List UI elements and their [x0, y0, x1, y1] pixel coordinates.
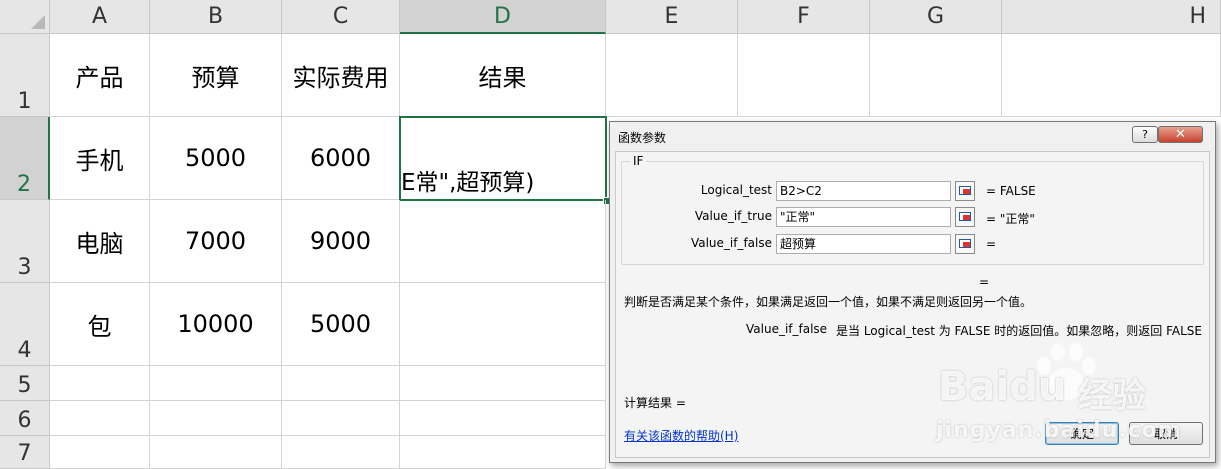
cell-c6[interactable]: [282, 401, 400, 436]
value-if-false-input[interactable]: 超预算: [776, 234, 951, 254]
param-help-text: 是当 Logical_test 为 FALSE 时的返回值。如果忽略，则返回 F…: [836, 324, 1202, 338]
cell-d2-active[interactable]: E常",超预算): [399, 116, 607, 201]
calc-result-label: 计算结果 =: [624, 396, 686, 410]
ok-button[interactable]: 确定: [1045, 422, 1119, 445]
value-if-true-label: Value_if_true: [694, 209, 772, 223]
logical-test-input[interactable]: B2>C2: [776, 181, 951, 201]
select-all-corner[interactable]: [0, 0, 50, 34]
help-icon: ?: [1142, 128, 1148, 141]
column-header-e[interactable]: E: [606, 0, 738, 34]
dialog-title: 函数参数: [618, 131, 667, 145]
function-help-link[interactable]: 有关该函数的帮助(H): [624, 427, 738, 444]
range-select-arrow-icon: [963, 242, 970, 247]
help-button[interactable]: ?: [1132, 126, 1158, 143]
function-name-label: IF: [630, 154, 647, 168]
row-header-2[interactable]: 2: [0, 117, 50, 200]
cell-d3[interactable]: [400, 200, 606, 283]
cell-a4[interactable]: 包: [50, 283, 150, 366]
value-if-false-collapse-button[interactable]: [955, 234, 975, 254]
function-arguments-dialog[interactable]: 函数参数 ? ✕ IF Logical_test B2>C2 = FALSE V…: [609, 121, 1216, 463]
value-if-false-result: =: [986, 237, 997, 251]
logical-test-label: Logical_test: [700, 183, 772, 197]
cell-h1[interactable]: [1002, 34, 1221, 117]
column-header-c[interactable]: C: [282, 0, 400, 34]
dialog-titlebar[interactable]: 函数参数 ? ✕: [610, 122, 1215, 150]
cell-c2[interactable]: 6000: [282, 117, 400, 200]
cell-d7[interactable]: [400, 436, 606, 469]
cell-c7[interactable]: [282, 436, 400, 469]
row-header-4[interactable]: 4: [0, 283, 50, 366]
cell-b5[interactable]: [150, 366, 282, 401]
dialog-content: IF Logical_test B2>C2 = FALSE Value_if_t…: [615, 151, 1210, 458]
row-header-5[interactable]: 5: [0, 366, 50, 401]
cell-a7[interactable]: [50, 436, 150, 469]
close-icon: ✕: [1175, 127, 1186, 142]
cell-c5[interactable]: [282, 366, 400, 401]
overall-result: =: [979, 275, 990, 289]
cell-c3[interactable]: 9000: [282, 200, 400, 283]
column-header-d[interactable]: D: [400, 0, 606, 34]
cell-b6[interactable]: [150, 401, 282, 436]
cell-g1[interactable]: [870, 34, 1002, 117]
range-select-arrow-icon: [963, 215, 970, 220]
column-header-h[interactable]: H: [1002, 0, 1221, 34]
column-header-g[interactable]: G: [870, 0, 1002, 34]
row-header-6[interactable]: 6: [0, 401, 50, 436]
cell-b7[interactable]: [150, 436, 282, 469]
function-description: 判断是否满足某个条件，如果满足返回一个值，如果不满足则返回另一个值。: [624, 295, 1033, 309]
close-button[interactable]: ✕: [1158, 126, 1203, 143]
cell-a6[interactable]: [50, 401, 150, 436]
cell-e1[interactable]: [606, 34, 738, 117]
cell-a3[interactable]: 电脑: [50, 200, 150, 283]
cell-a5[interactable]: [50, 366, 150, 401]
cell-d1[interactable]: 结果: [400, 34, 606, 117]
function-args-group: IF Logical_test B2>C2 = FALSE Value_if_t…: [621, 154, 1204, 265]
row-header-3[interactable]: 3: [0, 200, 50, 283]
column-header-a[interactable]: A: [50, 0, 150, 34]
param-help-name: Value_if_false: [746, 322, 828, 336]
column-header-f[interactable]: F: [738, 0, 870, 34]
cell-d6[interactable]: [400, 401, 606, 436]
cell-b2[interactable]: 5000: [150, 117, 282, 200]
cancel-button[interactable]: 取消: [1129, 422, 1203, 445]
cell-c4[interactable]: 5000: [282, 283, 400, 366]
row-header-1[interactable]: 1: [0, 34, 50, 117]
range-select-arrow-icon: [963, 189, 970, 194]
logical-test-collapse-button[interactable]: [955, 181, 975, 201]
value-if-false-label: Value_if_false: [690, 236, 772, 250]
cell-a2[interactable]: 手机: [50, 117, 150, 200]
cell-b1[interactable]: 预算: [150, 34, 282, 117]
value-if-true-collapse-button[interactable]: [955, 207, 975, 227]
row-header-7[interactable]: 7: [0, 436, 50, 469]
select-all-triangle-icon: [31, 15, 45, 29]
cell-a1[interactable]: 产品: [50, 34, 150, 117]
column-header-b[interactable]: B: [150, 0, 282, 34]
cell-d5[interactable]: [400, 366, 606, 401]
logical-test-result: = FALSE: [986, 184, 1036, 198]
value-if-true-input[interactable]: "正常": [776, 207, 951, 227]
value-if-true-result: = "正常": [986, 212, 1035, 226]
cell-b3[interactable]: 7000: [150, 200, 282, 283]
cell-b4[interactable]: 10000: [150, 283, 282, 366]
cell-d4[interactable]: [400, 283, 606, 366]
cell-f1[interactable]: [738, 34, 870, 117]
cell-c1[interactable]: 实际费用: [282, 34, 400, 117]
